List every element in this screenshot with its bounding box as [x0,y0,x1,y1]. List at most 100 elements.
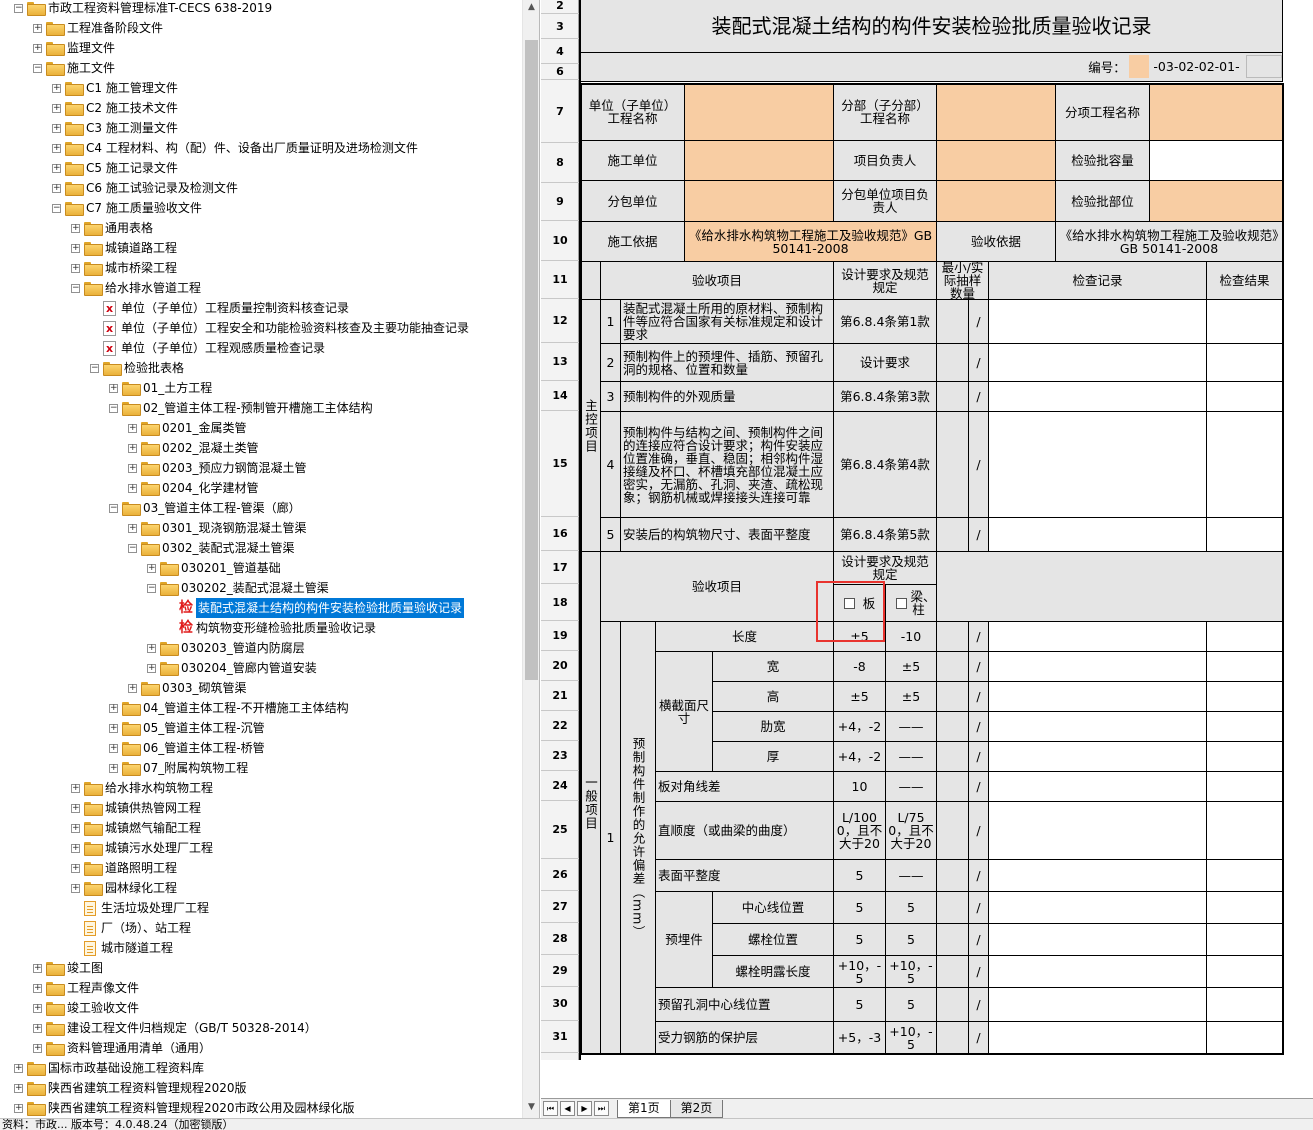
beam-value[interactable]: —— [886,772,937,802]
sample-min[interactable] [937,802,969,860]
record-field[interactable] [989,344,1207,382]
plate-value[interactable]: 5 [834,892,886,924]
result-field[interactable] [1207,1022,1283,1054]
tree-item[interactable]: +0203_预应力钢筒混凝土管 [128,458,307,478]
tree-item[interactable]: +0301_现浇钢筋混凝土管渠 [128,518,307,538]
row-header[interactable]: 31 [541,1021,579,1053]
expand-icon[interactable]: + [71,803,80,813]
tree-item[interactable]: 厂（场）、站工程 [71,918,191,938]
label-item-name[interactable]: 分项工程名称 [1056,84,1150,141]
row-header[interactable]: 22 [541,711,579,741]
tree-item[interactable]: + 竣工图 [33,958,103,978]
tree-item[interactable]: + 建设工程文件归档规定（GB/T 50328-2014） [33,1018,317,1038]
general-row-label[interactable]: 表面平整度 [656,860,834,892]
general-row-label[interactable]: 高 [713,682,834,712]
sample-min[interactable] [937,742,969,772]
expand-icon[interactable]: + [71,243,80,253]
expand-icon[interactable]: + [14,1103,23,1113]
record-field[interactable] [989,988,1207,1022]
expand-icon[interactable]: + [71,863,80,873]
tree-item[interactable]: − 给水排水管道工程 [71,278,201,298]
plate-value[interactable]: +4，-2 [834,742,886,772]
expand-icon[interactable]: + [109,763,118,773]
record-field[interactable] [989,860,1207,892]
tree-item[interactable]: +05_管道主体工程-沉管 [109,718,265,738]
field-sub-name[interactable] [937,84,1056,141]
main-item-no[interactable]: 4 [601,412,621,518]
tree-item[interactable]: + 通用表格 [71,218,153,238]
tree-item[interactable]: + 资料管理通用清单（通用） [33,1038,211,1058]
collapse-icon[interactable]: − [52,203,61,213]
result-field[interactable] [1207,892,1283,924]
tree-item[interactable]: + 道路照明工程 [71,858,177,878]
plate-value[interactable]: +4，-2 [834,712,886,742]
record-field[interactable] [989,300,1207,344]
result-field[interactable] [1207,300,1283,344]
sample-min[interactable] [937,772,969,802]
sample-min[interactable] [937,712,969,742]
row-header[interactable]: 10 [541,221,579,261]
label-sub-pm[interactable]: 分包单位项目负责人 [834,181,937,222]
result-field[interactable] [1207,924,1283,956]
record-field[interactable] [989,924,1207,956]
general-items-label[interactable]: 一般项目 [581,552,601,1054]
sample-min[interactable] [937,344,969,382]
embedded-label[interactable]: 预埋件 [656,892,713,988]
main-item-req[interactable]: 第6.8.4条第4款 [834,412,937,518]
row-header[interactable]: 7 [541,81,579,143]
general-row-label[interactable]: 螺栓位置 [713,924,834,956]
record-field[interactable] [989,802,1207,860]
row-header[interactable]: 2 [541,0,579,14]
label-acc-basis[interactable]: 验收依据 [937,222,1056,262]
result-field[interactable] [1207,518,1283,552]
col-record-header[interactable]: 检查记录 [989,262,1207,300]
result-field[interactable] [1207,772,1283,802]
collapse-icon[interactable]: − [147,583,156,593]
tab-page-1[interactable]: 第1页 [617,1099,671,1118]
beam-value[interactable]: -10 [886,622,937,652]
general-row-label[interactable]: 肋宽 [713,712,834,742]
sample-slash[interactable]: / [969,802,989,860]
main-item-req[interactable]: 第6.8.4条第1款 [834,300,937,344]
row-header[interactable]: 23 [541,741,579,771]
expand-icon[interactable]: + [71,823,80,833]
tree-item[interactable]: − 02_管道主体工程-预制管开槽施工主体结构 [109,398,373,418]
expand-icon[interactable]: + [52,123,61,133]
field-lot-capacity[interactable] [1150,141,1283,181]
sample-slash[interactable]: / [969,988,989,1022]
tree-item[interactable]: + C6 施工试验记录及检测文件 [52,178,238,198]
expand-icon[interactable]: + [33,43,42,53]
tree-item[interactable]: + 城镇燃气输配工程 [71,818,201,838]
scroll-up-icon[interactable]: ▲ [526,2,537,14]
plate-value[interactable]: 5 [834,988,886,1022]
tree-item[interactable]: + C4 工程材料、构（配）件、设备出厂质量证明及进场检测文件 [52,138,418,158]
row-header[interactable]: 11 [541,261,579,299]
code-suffix-field[interactable] [1246,55,1282,78]
label-contractor[interactable]: 施工单位 [581,141,685,181]
main-item-text[interactable]: 预制构件上的预埋件、插筋、预留孔洞的规格、位置和数量 [621,344,834,382]
beam-value[interactable]: —— [886,860,937,892]
general-row-label[interactable]: 厚 [713,742,834,772]
field-sub-pm[interactable] [937,181,1056,222]
checkbox-beam[interactable] [895,597,907,609]
result-field[interactable] [1207,742,1283,772]
tree-item[interactable]: x 单位（子单位）工程安全和功能检验资料核查及主要功能抽查记录 [90,318,469,338]
row-header[interactable]: 4 [541,39,579,64]
sample-min[interactable] [937,382,969,412]
sample-slash[interactable]: / [969,518,989,552]
expand-icon[interactable]: + [33,963,42,973]
row-header[interactable]: 6 [541,64,579,80]
expand-icon[interactable]: + [52,163,61,173]
row-header[interactable]: 13 [541,343,579,381]
general-row-label[interactable]: 中心线位置 [713,892,834,924]
expand-icon[interactable]: + [71,263,80,273]
result-field[interactable] [1207,802,1283,860]
main-item-no[interactable]: 3 [601,382,621,412]
scroll-down-icon[interactable]: ▼ [526,1102,537,1114]
sample-min[interactable] [937,412,969,518]
tree-item[interactable]: − 030202_装配式混凝土管渠 [147,578,329,598]
beam-value[interactable]: +10，-5 [886,956,937,988]
collapse-icon[interactable]: − [109,503,118,513]
sample-slash[interactable]: / [969,956,989,988]
tree-item[interactable]: +07_附属构筑物工程 [109,758,248,778]
